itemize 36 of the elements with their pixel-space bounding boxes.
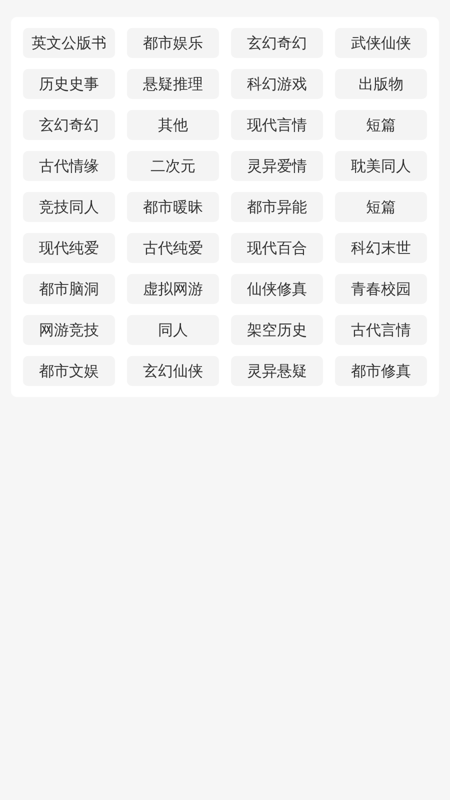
- category-tag[interactable]: 都市异能: [231, 192, 323, 222]
- category-tag[interactable]: 武侠仙侠: [335, 28, 427, 58]
- category-tag[interactable]: 悬疑推理: [127, 69, 219, 99]
- category-tag[interactable]: 科幻游戏: [231, 69, 323, 99]
- category-tag[interactable]: 青春校园: [335, 274, 427, 304]
- category-tag[interactable]: 灵异爱情: [231, 151, 323, 181]
- category-tag[interactable]: 英文公版书: [23, 28, 115, 58]
- category-tag[interactable]: 都市文娱: [23, 356, 115, 386]
- category-tag[interactable]: 玄幻仙侠: [127, 356, 219, 386]
- category-tag[interactable]: 仙侠修真: [231, 274, 323, 304]
- category-tag[interactable]: 古代情缘: [23, 151, 115, 181]
- category-tag[interactable]: 虚拟网游: [127, 274, 219, 304]
- category-tag[interactable]: 出版物: [335, 69, 427, 99]
- category-tag[interactable]: 都市娱乐: [127, 28, 219, 58]
- category-tag[interactable]: 古代纯爱: [127, 233, 219, 263]
- category-tag[interactable]: 短篇: [335, 192, 427, 222]
- category-tag[interactable]: 二次元: [127, 151, 219, 181]
- category-tag[interactable]: 耽美同人: [335, 151, 427, 181]
- category-tag[interactable]: 现代纯爱: [23, 233, 115, 263]
- category-tag[interactable]: 网游竞技: [23, 315, 115, 345]
- category-tag[interactable]: 竞技同人: [23, 192, 115, 222]
- category-tag[interactable]: 历史史事: [23, 69, 115, 99]
- category-tag[interactable]: 玄幻奇幻: [231, 28, 323, 58]
- category-tag[interactable]: 科幻末世: [335, 233, 427, 263]
- category-tag[interactable]: 短篇: [335, 110, 427, 140]
- category-tag[interactable]: 都市暖昧: [127, 192, 219, 222]
- category-tag[interactable]: 现代言情: [231, 110, 323, 140]
- category-tag[interactable]: 都市脑洞: [23, 274, 115, 304]
- category-tag[interactable]: 古代言情: [335, 315, 427, 345]
- category-tag[interactable]: 架空历史: [231, 315, 323, 345]
- category-tag[interactable]: 都市修真: [335, 356, 427, 386]
- category-tag[interactable]: 玄幻奇幻: [23, 110, 115, 140]
- category-tag[interactable]: 现代百合: [231, 233, 323, 263]
- category-tag[interactable]: 同人: [127, 315, 219, 345]
- category-tag[interactable]: 灵异悬疑: [231, 356, 323, 386]
- category-tag[interactable]: 其他: [127, 110, 219, 140]
